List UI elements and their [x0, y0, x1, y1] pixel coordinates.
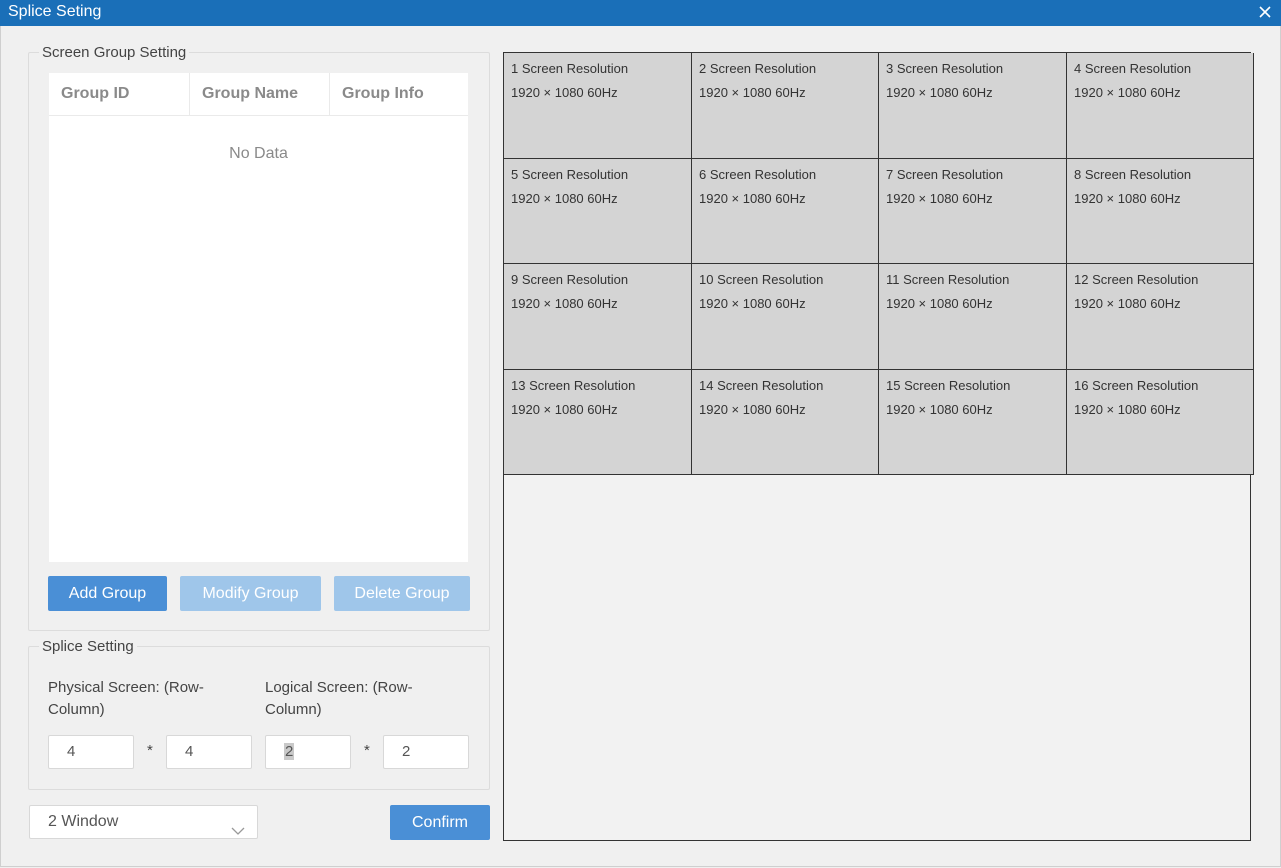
screen-name: 14 Screen Resolution — [699, 378, 824, 393]
screen-cell[interactable]: 14 Screen Resolution 1920 × 1080 60Hz — [692, 370, 879, 475]
window-title: Splice Seting — [8, 3, 102, 20]
screen-resolution: 1920 × 1080 60Hz — [886, 191, 993, 206]
screen-cell[interactable]: 4 Screen Resolution 1920 × 1080 60Hz — [1067, 53, 1254, 159]
splice-setting-legend: Splice Setting — [42, 638, 134, 655]
screen-cell[interactable]: 12 Screen Resolution 1920 × 1080 60Hz — [1067, 264, 1254, 370]
screen-name: 12 Screen Resolution — [1074, 272, 1199, 287]
screen-resolution: 1920 × 1080 60Hz — [1074, 191, 1181, 206]
group-table-header: Group ID Group Name Group Info — [49, 73, 468, 116]
window-count-value: 2 Window — [48, 813, 119, 830]
screen-resolution: 1920 × 1080 60Hz — [886, 296, 993, 311]
screen-name: 15 Screen Resolution — [886, 378, 1011, 393]
screen-name: 13 Screen Resolution — [511, 378, 636, 393]
logical-separator: * — [364, 742, 370, 759]
logical-row-selected-text: 2 — [284, 743, 295, 760]
screen-resolution: 1920 × 1080 60Hz — [511, 402, 618, 417]
screen-name: 16 Screen Resolution — [1074, 378, 1199, 393]
physical-screen-label: Physical Screen: (Row-Column) — [48, 679, 204, 718]
screen-resolution: 1920 × 1080 60Hz — [1074, 85, 1181, 100]
logical-column-input[interactable]: 2 — [383, 735, 469, 769]
screen-cell[interactable]: 7 Screen Resolution 1920 × 1080 60Hz — [879, 159, 1067, 264]
screen-cell[interactable]: 13 Screen Resolution 1920 × 1080 60Hz — [504, 370, 692, 475]
screen-name: 11 Screen Resolution — [886, 272, 1010, 287]
screen-resolution: 1920 × 1080 60Hz — [699, 85, 806, 100]
delete-group-button[interactable]: Delete Group — [334, 576, 470, 611]
screen-cell[interactable]: 1 Screen Resolution 1920 × 1080 60Hz — [504, 53, 692, 159]
screen-cell[interactable]: 2 Screen Resolution 1920 × 1080 60Hz — [692, 53, 879, 159]
column-header-group-info[interactable]: Group Info — [330, 73, 468, 115]
screen-name: 1 Screen Resolution — [511, 61, 629, 76]
screen-resolution: 1920 × 1080 60Hz — [1074, 296, 1181, 311]
screen-group-setting-legend: Screen Group Setting — [42, 44, 187, 61]
physical-column-input[interactable]: 4 — [166, 735, 252, 769]
chevron-down-icon — [231, 816, 245, 848]
close-icon[interactable] — [1255, 2, 1275, 22]
screen-resolution: 1920 × 1080 60Hz — [511, 296, 618, 311]
screen-resolution: 1920 × 1080 60Hz — [699, 296, 806, 311]
window-count-select[interactable]: 2 Window — [29, 805, 258, 839]
screen-cell[interactable]: 15 Screen Resolution 1920 × 1080 60Hz — [879, 370, 1067, 475]
group-table: Group ID Group Name Group Info No Data — [49, 73, 468, 562]
physical-row-input[interactable]: 4 — [48, 735, 134, 769]
empty-table-message: No Data — [229, 145, 288, 162]
screen-cell[interactable]: 9 Screen Resolution 1920 × 1080 60Hz — [504, 264, 692, 370]
screen-cell[interactable]: 5 Screen Resolution 1920 × 1080 60Hz — [504, 159, 692, 264]
screen-cell[interactable]: 16 Screen Resolution 1920 × 1080 60Hz — [1067, 370, 1254, 475]
logical-row-input[interactable]: 2 — [265, 735, 351, 769]
screen-name: 3 Screen Resolution — [886, 61, 1004, 76]
screen-name: 8 Screen Resolution — [1074, 167, 1192, 182]
title-bar: Splice Seting — [0, 0, 1281, 26]
screen-name: 7 Screen Resolution — [886, 167, 1004, 182]
confirm-button[interactable]: Confirm — [390, 805, 490, 840]
screen-name: 10 Screen Resolution — [699, 272, 824, 287]
physical-separator: * — [147, 742, 153, 759]
screen-resolution: 1920 × 1080 60Hz — [511, 85, 618, 100]
screen-resolution: 1920 × 1080 60Hz — [1074, 402, 1181, 417]
screen-cell[interactable]: 11 Screen Resolution 1920 × 1080 60Hz — [879, 264, 1067, 370]
column-header-group-name[interactable]: Group Name — [190, 73, 330, 115]
screen-resolution: 1920 × 1080 60Hz — [699, 402, 806, 417]
screen-name: 6 Screen Resolution — [699, 167, 817, 182]
screen-resolution: 1920 × 1080 60Hz — [886, 85, 993, 100]
modify-group-button[interactable]: Modify Group — [180, 576, 321, 611]
screen-resolution: 1920 × 1080 60Hz — [886, 402, 993, 417]
screen-cell[interactable]: 10 Screen Resolution 1920 × 1080 60Hz — [692, 264, 879, 370]
screen-cell[interactable]: 6 Screen Resolution 1920 × 1080 60Hz — [692, 159, 879, 264]
screen-cell[interactable]: 8 Screen Resolution 1920 × 1080 60Hz — [1067, 159, 1254, 264]
screen-resolution: 1920 × 1080 60Hz — [511, 191, 618, 206]
screen-name: 2 Screen Resolution — [699, 61, 817, 76]
column-header-group-id[interactable]: Group ID — [49, 73, 190, 115]
dialog-body: Screen Group Setting Group ID Group Name… — [0, 26, 1281, 867]
logical-screen-label: Logical Screen: (Row-Column) — [265, 679, 413, 718]
screen-resolution: 1920 × 1080 60Hz — [699, 191, 806, 206]
add-group-button[interactable]: Add Group — [48, 576, 167, 611]
screen-name: 4 Screen Resolution — [1074, 61, 1192, 76]
screen-cell[interactable]: 3 Screen Resolution 1920 × 1080 60Hz — [879, 53, 1067, 159]
screen-layout-grid: 1 Screen Resolution 1920 × 1080 60Hz 2 Scr… — [503, 52, 1254, 841]
screen-name: 9 Screen Resolution — [511, 272, 629, 287]
screen-name: 5 Screen Resolution — [511, 167, 629, 182]
